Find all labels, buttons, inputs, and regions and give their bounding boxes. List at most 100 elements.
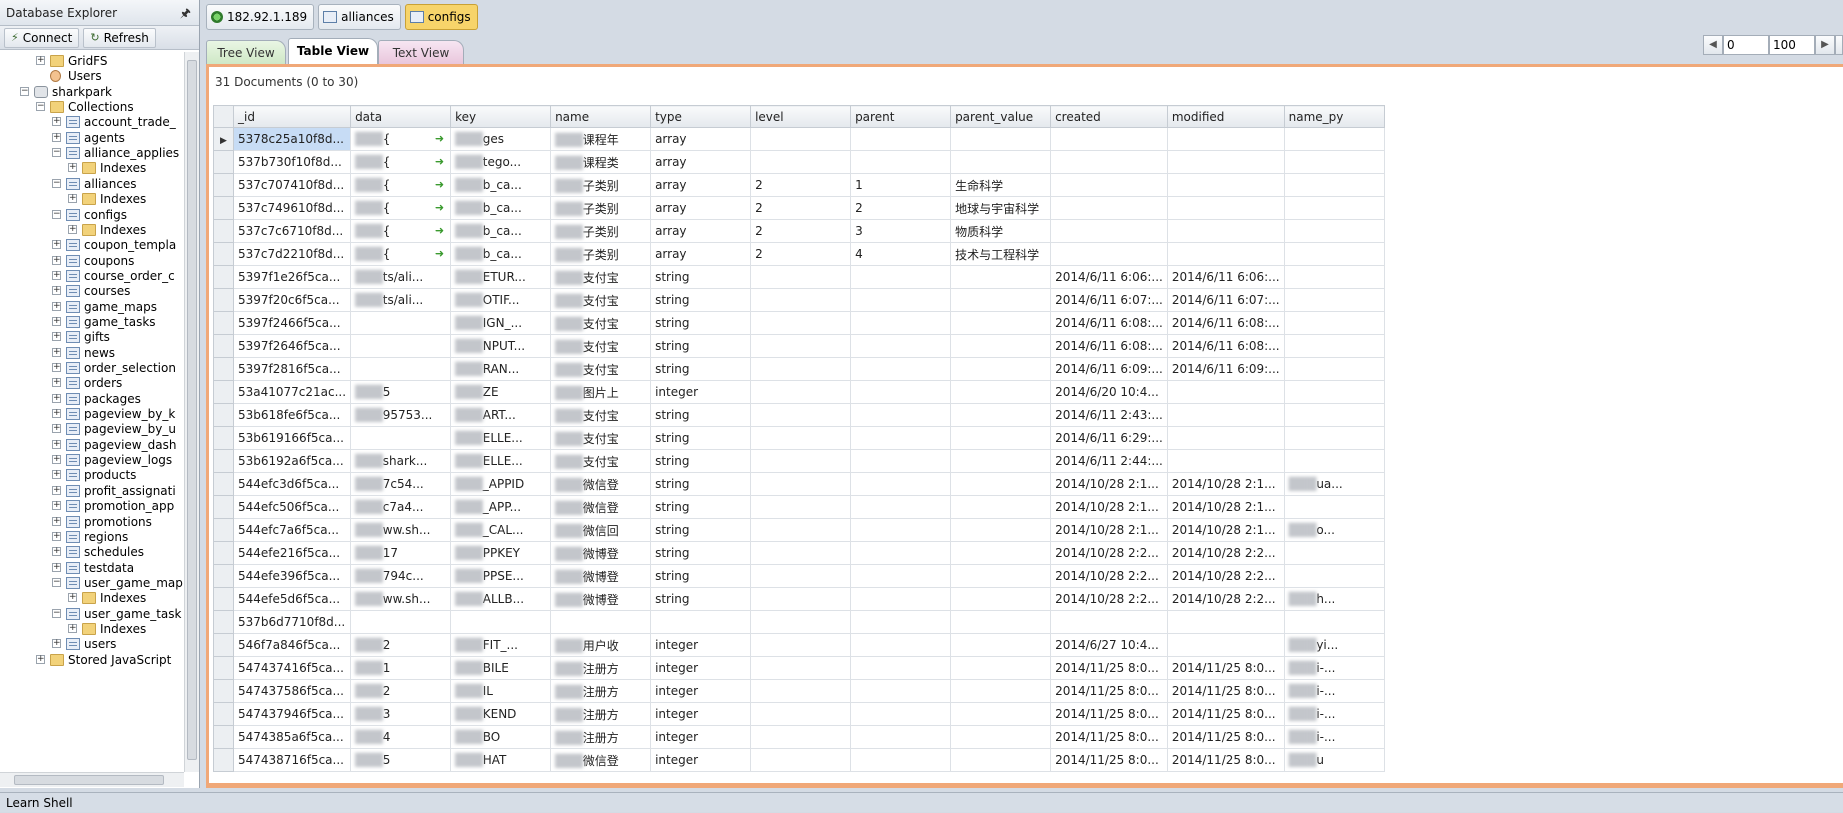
table-row[interactable]: 5397f2466f5ca... ███IGN_... ███支付宝 string 20… [213, 311, 1385, 335]
cell-level[interactable]: 2 [750, 242, 852, 266]
cell-modified[interactable]: 2014/11/25 8:0... [1166, 725, 1285, 749]
table-row[interactable]: 53b619166f5ca... ███ELLE... ███支付宝 string 20… [213, 426, 1385, 450]
cell-modified[interactable] [1166, 219, 1285, 243]
row-selector[interactable] [213, 357, 234, 381]
column-header-type[interactable]: type [650, 105, 752, 128]
cell-data[interactable]: ███ts/ali... [350, 265, 452, 289]
cell-name[interactable] [550, 610, 652, 634]
cell-created[interactable]: 2014/6/20 10:4... [1050, 380, 1168, 404]
cell-parent-value[interactable] [950, 265, 1052, 289]
cell-level[interactable]: 2 [750, 173, 852, 197]
cell-parent[interactable] [850, 725, 952, 749]
cell-name[interactable]: ███课程年 [550, 127, 652, 151]
cell-key[interactable]: ███BILE [450, 656, 552, 680]
cell-name[interactable]: ███微信登 [550, 472, 652, 496]
cell-data[interactable]: ███1 [350, 656, 452, 680]
expand-icon[interactable]: + [52, 255, 61, 265]
cell-type[interactable]: string [650, 495, 752, 519]
cell-type[interactable]: array [650, 219, 752, 243]
cell-data[interactable] [350, 426, 452, 450]
cell-key[interactable]: ███b_ca... [450, 173, 552, 197]
expand-icon[interactable]: + [52, 117, 61, 127]
cell-name-py[interactable] [1283, 150, 1385, 174]
row-selector[interactable] [213, 426, 234, 450]
cell-name[interactable]: ███微信回 [550, 518, 652, 542]
cell-level[interactable] [750, 150, 852, 174]
cell-parent[interactable] [850, 311, 952, 335]
cell-key[interactable]: ███_CAL... [450, 518, 552, 542]
cell-name-py[interactable] [1283, 173, 1385, 197]
row-selector[interactable] [213, 334, 234, 358]
table-row[interactable]: 544efe396f5ca... ███794c... ███PPSE... ███微… [213, 564, 1385, 588]
cell-parent-value[interactable] [950, 472, 1052, 496]
cell-name-py[interactable] [1283, 288, 1385, 312]
cell-modified[interactable]: 2014/10/28 2:1... [1166, 472, 1285, 496]
cell-name-py[interactable]: ███i-... [1283, 679, 1385, 703]
cell-data[interactable] [350, 357, 452, 381]
cell-name[interactable]: ███支付宝 [550, 403, 652, 427]
cell-modified[interactable]: 2014/11/25 8:0... [1166, 679, 1285, 703]
expand-icon[interactable]: + [68, 593, 77, 603]
expand-icon[interactable]: + [52, 485, 61, 495]
row-selector[interactable] [213, 242, 234, 266]
row-selector[interactable] [213, 587, 234, 611]
cell-created[interactable] [1050, 173, 1168, 197]
cell-key[interactable]: ███b_ca... [450, 196, 552, 220]
cell--id[interactable]: 5378c25a10f8d... [232, 127, 352, 151]
cell-modified[interactable] [1166, 403, 1285, 427]
tree-vertical-scrollbar[interactable] [184, 52, 199, 772]
cell-parent-value[interactable] [950, 426, 1052, 450]
cell-parent-value[interactable] [950, 748, 1052, 772]
cell-modified[interactable] [1166, 242, 1285, 266]
cell-key[interactable]: ███RAN... [450, 357, 552, 381]
cell-data[interactable] [350, 334, 452, 358]
collapse-icon[interactable]: − [52, 148, 61, 158]
cell-level[interactable] [750, 564, 852, 588]
previous-page-button[interactable]: ◀ [1703, 35, 1723, 55]
row-selector[interactable] [213, 472, 234, 496]
expand-icon[interactable]: + [52, 531, 61, 541]
cell-created[interactable]: 2014/6/11 2:44:... [1050, 449, 1168, 473]
cell-created[interactable]: 2014/10/28 2:1... [1050, 472, 1168, 496]
cell--id[interactable]: 537c707410f8d... [232, 173, 352, 197]
cell-name-py[interactable]: ███i-... [1283, 656, 1385, 680]
expand-icon[interactable]: + [52, 378, 61, 388]
cell-data[interactable]: ███ww.sh... [350, 587, 452, 611]
cell-parent-value[interactable] [950, 564, 1052, 588]
cell-name-py[interactable]: ███yi... [1283, 633, 1385, 657]
row-selector[interactable] [213, 518, 234, 542]
cell-parent-value[interactable] [950, 449, 1052, 473]
cell-created[interactable]: 2014/6/11 6:06:... [1050, 265, 1168, 289]
cell-parent[interactable] [850, 656, 952, 680]
cell-name-py[interactable] [1283, 426, 1385, 450]
cell-parent[interactable]: 3 [850, 219, 952, 243]
cell-data[interactable]: ███ ➜ { [350, 242, 452, 266]
table-row[interactable]: 53a41077c21ac... ███5 ███ZE ███图片上 integer 20… [213, 380, 1385, 404]
cell-level[interactable] [750, 449, 852, 473]
cell-parent[interactable] [850, 288, 952, 312]
cell-modified[interactable]: 2014/10/28 2:2... [1166, 587, 1285, 611]
cell-modified[interactable] [1166, 380, 1285, 404]
table-row[interactable]: 537c707410f8d... ███ ➜{███b_ca... ███子类别 arr… [213, 173, 1385, 197]
cell-parent-value[interactable]: 地球与宇宙科学 [950, 196, 1052, 220]
tree-vertical-scroll-thumb[interactable] [187, 60, 197, 760]
cell-parent-value[interactable] [950, 679, 1052, 703]
cell-modified[interactable]: 2014/11/25 8:0... [1166, 702, 1285, 726]
cell-name-py[interactable]: ███o... [1283, 518, 1385, 542]
cell-type[interactable]: string [650, 518, 752, 542]
cell-name[interactable]: ███支付宝 [550, 357, 652, 381]
cell-key[interactable]: ███PPKEY [450, 541, 552, 565]
cell--id[interactable]: 53b619166f5ca... [232, 426, 352, 450]
cell-created[interactable]: 2014/11/25 8:0... [1050, 656, 1168, 680]
cell-parent-value[interactable]: 生命科学 [950, 173, 1052, 197]
cell-type[interactable]: string [650, 426, 752, 450]
expand-icon[interactable]: + [52, 363, 61, 372]
cell-created[interactable] [1050, 196, 1168, 220]
cell-name[interactable]: ███微信登 [550, 495, 652, 519]
row-selector[interactable] [213, 541, 234, 565]
cell-key[interactable]: ███FIT_... [450, 633, 552, 657]
cell-key[interactable]: ███ZE [450, 380, 552, 404]
cell-key[interactable]: ███b_ca... [450, 242, 552, 266]
pager-overflow-button[interactable] [1835, 35, 1843, 55]
tab-tree-view[interactable]: Tree View [206, 40, 286, 64]
